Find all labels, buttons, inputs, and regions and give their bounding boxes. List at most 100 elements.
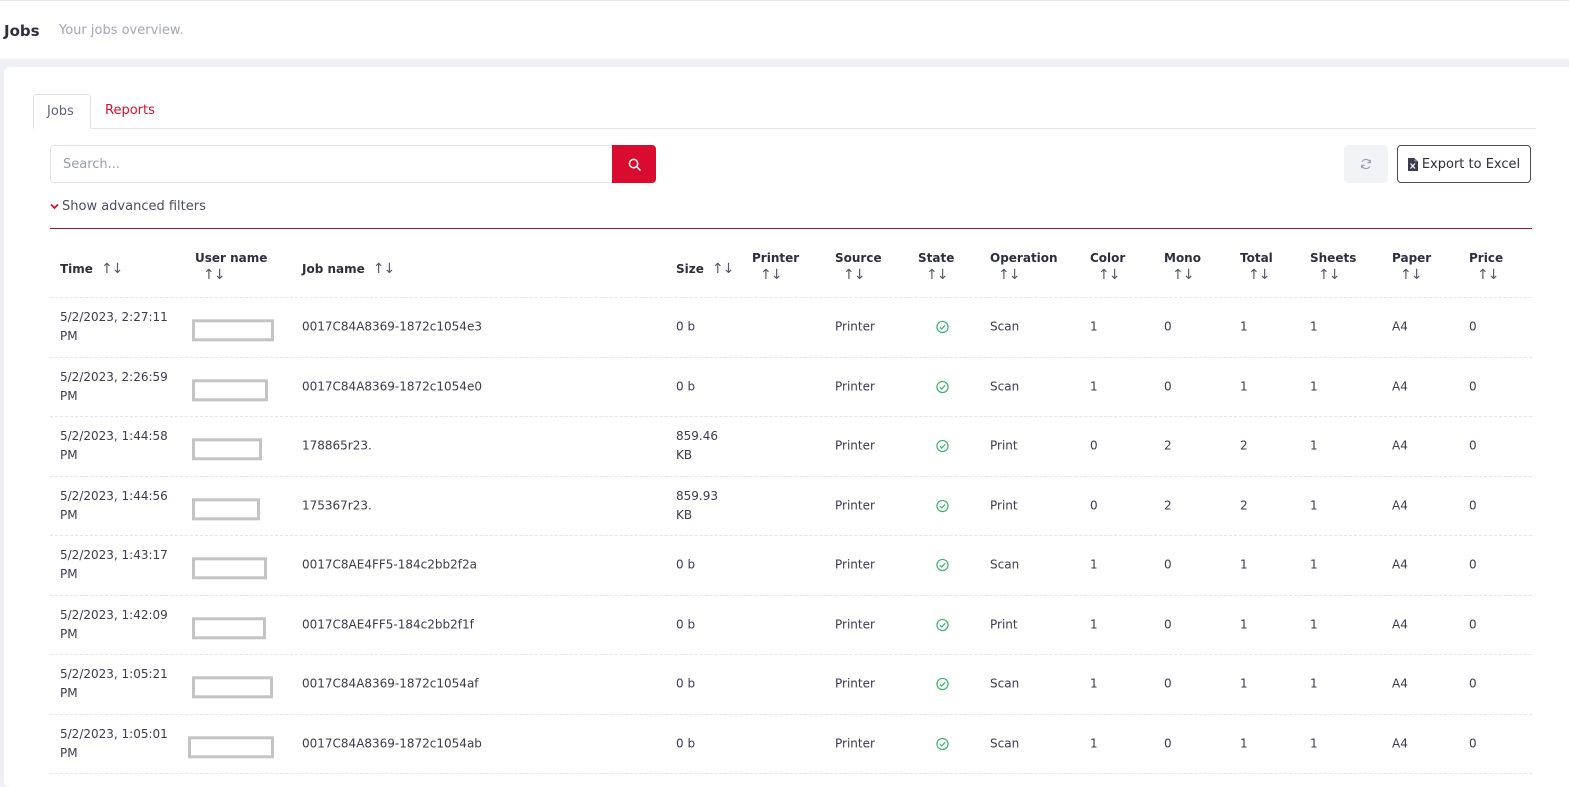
cell-job-name: 0017C84A8369-1872c1054af (302, 676, 479, 691)
table-header: Time ↑↓ User name ↑↓ Job name ↑↓ Size ↑↓ Pri… (50, 230, 1532, 298)
search-bar (50, 145, 656, 183)
cell-paper: A4 (1392, 438, 1408, 453)
sort-icon: ↑↓ (1400, 267, 1422, 283)
redacted-user-name (192, 379, 268, 402)
check-circle-icon (936, 499, 949, 512)
row-divider-gap (755, 417, 813, 476)
cell-source: Printer (835, 379, 875, 394)
cell-time: 5/2/2023, 2:27:11 PM (60, 310, 168, 344)
cell-time: 5/2/2023, 1:05:21 PM (60, 667, 168, 701)
cell-color: 0 (1090, 438, 1098, 453)
redacted-user-name (192, 617, 266, 640)
sort-icon: ↑↓ (372, 261, 395, 277)
cell-source: Printer (835, 736, 875, 751)
col-price[interactable]: Price ↑↓ (1469, 251, 1503, 283)
redacted-user-name (192, 676, 273, 699)
table-row[interactable]: 5/2/2023, 1:44:58 PM 178865r23. 859.46 KB … (50, 417, 1532, 477)
chevron-down-icon (50, 203, 59, 210)
cell-time: 5/2/2023, 1:05:01 PM (60, 726, 168, 760)
cell-sheets: 1 (1310, 736, 1318, 751)
col-user-name[interactable]: User name ↑↓ (195, 251, 267, 283)
cell-sheets: 1 (1310, 438, 1318, 453)
table-row[interactable]: 5/2/2023, 1:44:56 PM 175367r23. 859.93 KB … (50, 476, 1532, 536)
refresh-button[interactable] (1344, 145, 1388, 183)
search-button[interactable] (612, 145, 656, 183)
cell-operation: Scan (990, 557, 1020, 572)
cell-price: 0 (1469, 676, 1477, 691)
col-operation[interactable]: Operation ↑↓ (990, 251, 1058, 283)
cell-mono: 0 (1164, 736, 1172, 751)
cell-total: 1 (1240, 319, 1248, 334)
cell-total: 2 (1240, 498, 1248, 513)
check-circle-icon (936, 678, 949, 691)
redacted-user-name (192, 438, 262, 461)
tab-jobs[interactable]: Jobs (33, 94, 91, 129)
col-state[interactable]: State ↑↓ (918, 251, 954, 283)
tab-reports[interactable]: Reports (92, 94, 168, 129)
cell-operation: Scan (990, 676, 1020, 691)
col-mono[interactable]: Mono ↑↓ (1164, 251, 1201, 283)
advanced-filters-toggle[interactable]: Show advanced filters (50, 199, 206, 214)
sort-icon: ↑↓ (998, 267, 1020, 283)
cell-paper: A4 (1392, 498, 1408, 513)
cell-sheets: 1 (1310, 557, 1318, 572)
export-excel-button[interactable]: Export to Excel (1397, 145, 1531, 183)
table-row[interactable]: 5/2/2023, 1:05:21 PM 0017C84A8369-1872c10… (50, 655, 1532, 715)
page-header: Jobs Your jobs overview. (0, 0, 1569, 59)
cell-job-name: 178865r23. (302, 438, 372, 453)
cell-price: 0 (1469, 319, 1477, 334)
table-row[interactable]: 5/2/2023, 1:42:09 PM 0017C8AE4FF5-184c2bb… (50, 595, 1532, 655)
col-printer[interactable]: Printer ↑↓ (752, 251, 799, 283)
cell-size: 0 b (676, 319, 696, 334)
refresh-icon (1361, 158, 1371, 170)
row-divider-gap (755, 655, 813, 714)
redacted-user-name (192, 557, 267, 580)
cell-job-name: 0017C84A8369-1872c1054e3 (302, 319, 482, 334)
cell-color: 0 (1090, 498, 1098, 513)
cell-source: Printer (835, 617, 875, 632)
cell-source: Printer (835, 438, 875, 453)
cell-sheets: 1 (1310, 676, 1318, 691)
cell-total: 1 (1240, 557, 1248, 572)
cell-total: 1 (1240, 617, 1248, 632)
sort-icon: ↑↓ (1477, 267, 1499, 283)
cell-paper: A4 (1392, 379, 1408, 394)
cell-job-name: 0017C8AE4FF5-184c2bb2f2a (302, 557, 477, 572)
table-row[interactable]: 5/2/2023, 2:26:59 PM 0017C84A8369-1872c10… (50, 357, 1532, 417)
cell-price: 0 (1469, 498, 1477, 513)
col-source[interactable]: Source ↑↓ (835, 251, 882, 283)
sort-icon: ↑↓ (1098, 267, 1120, 283)
col-total[interactable]: Total ↑↓ (1240, 251, 1273, 283)
col-time[interactable]: Time ↑↓ (60, 261, 123, 277)
cell-color: 1 (1090, 676, 1098, 691)
cell-paper: A4 (1392, 557, 1408, 572)
search-input[interactable] (50, 145, 612, 183)
cell-size: 0 b (676, 736, 696, 751)
col-job-name[interactable]: Job name ↑↓ (302, 261, 395, 277)
col-color[interactable]: Color ↑↓ (1090, 251, 1125, 283)
cell-time: 5/2/2023, 1:43:17 PM (60, 548, 168, 582)
cell-mono: 0 (1164, 319, 1172, 334)
cell-time: 5/2/2023, 1:44:58 PM (60, 429, 168, 463)
col-paper[interactable]: Paper ↑↓ (1392, 251, 1431, 283)
page-title: Jobs (4, 22, 40, 40)
cell-operation: Print (990, 498, 1018, 513)
cell-price: 0 (1469, 736, 1477, 751)
sort-icon: ↑↓ (926, 267, 948, 283)
cell-size: 859.93 KB (676, 488, 718, 522)
check-circle-icon (936, 440, 949, 453)
col-sheets[interactable]: Sheets ↑↓ (1310, 251, 1356, 283)
table-row[interactable]: 5/2/2023, 2:27:11 PM 0017C84A8369-1872c10… (50, 298, 1532, 358)
cell-color: 1 (1090, 736, 1098, 751)
check-circle-icon (936, 380, 949, 393)
cell-operation: Scan (990, 736, 1020, 751)
table-row[interactable]: 5/2/2023, 1:43:17 PM 0017C8AE4FF5-184c2bb… (50, 536, 1532, 596)
table-row[interactable]: 5/2/2023, 1:05:01 PM 0017C84A8369-1872c10… (50, 714, 1532, 774)
redacted-user-name (192, 498, 260, 521)
cell-operation: Scan (990, 379, 1020, 394)
cell-mono: 2 (1164, 438, 1172, 453)
col-size[interactable]: Size ↑↓ (676, 261, 734, 277)
cell-sheets: 1 (1310, 379, 1318, 394)
cell-size: 0 b (676, 676, 696, 691)
cell-sheets: 1 (1310, 498, 1318, 513)
